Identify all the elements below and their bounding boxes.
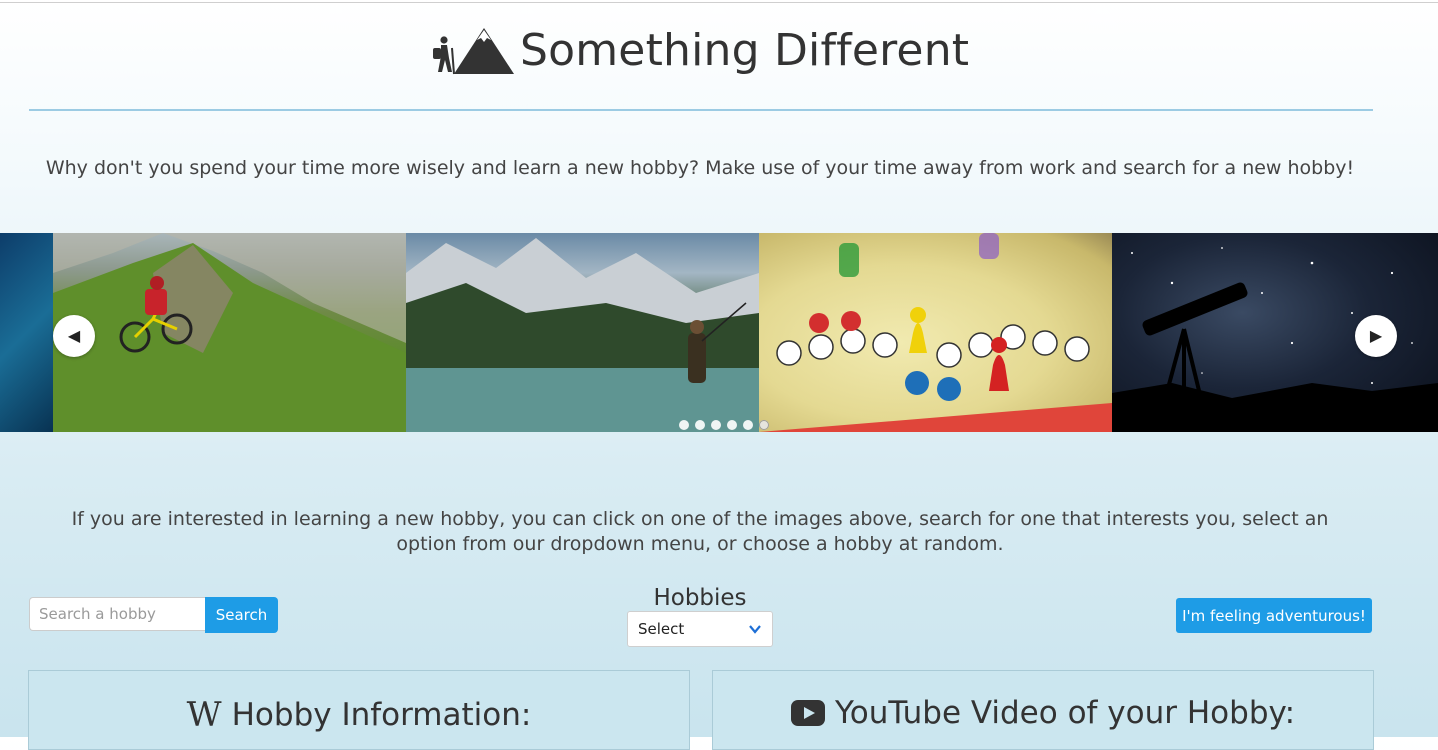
youtube-video-panel: YouTube Video of your Hobby: <box>712 670 1374 750</box>
hobbies-dropdown-label: Hobbies <box>653 585 747 611</box>
carousel-indicator-active[interactable] <box>759 420 769 430</box>
intro-text: Why don't you spend your time more wisel… <box>45 157 1355 179</box>
hobby-information-panel: W Hobby Information: <box>28 670 690 750</box>
board-game-image <box>759 233 1112 432</box>
chevron-right-icon: ▶ <box>1369 326 1383 345</box>
title-group: Something Different <box>430 20 969 80</box>
mountain-biking-image <box>53 233 406 432</box>
hiker-mountain-icon <box>433 28 514 75</box>
hobbies-select[interactable]: Select <box>627 611 773 647</box>
search-button[interactable]: Search <box>205 597 278 633</box>
page-title: Something Different <box>520 24 970 76</box>
select-value: Select <box>638 620 685 638</box>
random-hobby-button[interactable]: I'm feeling adventurous! <box>1176 598 1372 633</box>
top-border <box>0 2 1438 3</box>
hobby-information-title: Hobby Information: <box>231 697 532 733</box>
carousel-indicator[interactable] <box>679 420 689 430</box>
carousel-slide-fishing[interactable] <box>406 233 759 432</box>
carousel-next-button[interactable]: ▶ <box>1355 315 1397 357</box>
wikipedia-icon: W <box>186 695 222 735</box>
carousel-prev-button[interactable]: ◀ <box>53 315 95 357</box>
carousel-slide-mountain-biking[interactable] <box>53 233 406 432</box>
fishing-lake-image <box>406 238 759 432</box>
carousel-indicator[interactable] <box>743 420 753 430</box>
youtube-video-title: YouTube Video of your Hobby: <box>834 695 1296 731</box>
carousel-indicators <box>679 420 769 430</box>
search-group: Search <box>29 597 278 633</box>
chevron-down-icon <box>749 625 761 634</box>
search-input[interactable] <box>29 597 205 631</box>
carousel-indicator[interactable] <box>711 420 721 430</box>
hobby-carousel[interactable]: ◀ ▶ <box>0 233 1438 432</box>
chevron-left-icon: ◀ <box>67 326 81 345</box>
carousel-slide-ocean[interactable] <box>0 233 53 432</box>
page-header: Something Different <box>0 20 1438 80</box>
youtube-icon <box>790 700 825 726</box>
carousel-slide-board-game[interactable] <box>759 233 1112 432</box>
carousel-indicator[interactable] <box>695 420 705 430</box>
panel-heading: YouTube Video of your Hobby: <box>713 695 1373 731</box>
instructions-text: If you are interested in learning a new … <box>71 508 1329 555</box>
carousel-indicator[interactable] <box>727 420 737 430</box>
panel-heading: W Hobby Information: <box>29 695 689 735</box>
header-divider <box>29 109 1373 111</box>
